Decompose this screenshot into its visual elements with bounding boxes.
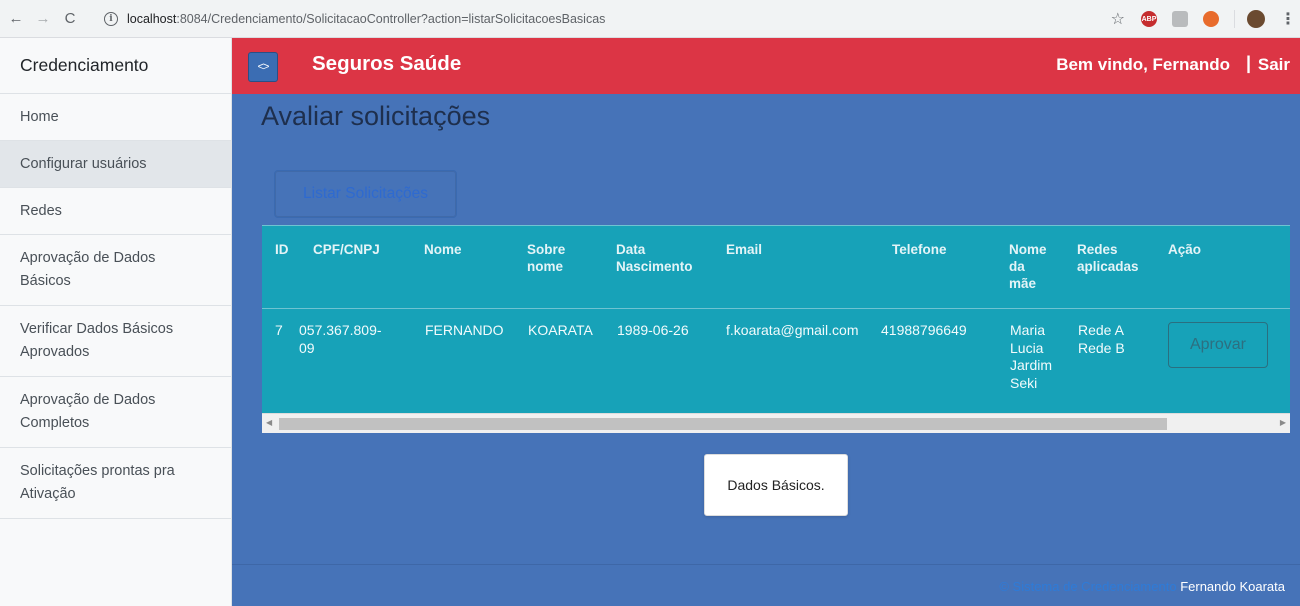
browser-toolbar: ← → C i localhost:8084/Credenciamento/So… — [0, 0, 1300, 38]
info-icon[interactable]: i — [104, 12, 118, 26]
column-header-line: Nascimento — [616, 259, 693, 274]
sidebar-item-label: Redes — [20, 202, 62, 219]
sidebar-heading: Credenciamento — [0, 38, 231, 94]
browser-menu-icon[interactable]: ⋮ — [1280, 9, 1296, 29]
cell-data-nascimento: 1989-06-26 — [617, 322, 689, 338]
column-header-line: Data — [616, 242, 646, 257]
column-header-id: ID — [275, 242, 289, 257]
scroll-left-icon[interactable]: ◀ — [266, 418, 272, 427]
requests-table: ID CPF/CNPJ Nome Sobre nome Data Nascime… — [262, 225, 1290, 433]
sidebar-toggle-button[interactable]: <> — [248, 52, 278, 82]
cell-sobrenome: KOARATA — [528, 322, 593, 338]
column-header-line: mãe — [1009, 276, 1037, 291]
column-header-acao: Ação — [1168, 242, 1202, 257]
column-header-nome: Nome — [424, 242, 462, 257]
column-header-email: Email — [726, 242, 763, 257]
column-header-nome-mae: Nome da mãe — [1009, 241, 1047, 292]
main-content: <> Seguros Saúde Bem vindo, Fernando | S… — [232, 38, 1300, 606]
extensions-area: ☆ ABP ⋮ — [1111, 0, 1300, 38]
cell-line: Maria — [1010, 322, 1046, 338]
table-header: ID CPF/CNPJ Nome Sobre nome Data Nascime… — [262, 225, 1290, 309]
scrollbar-thumb[interactable] — [279, 418, 1167, 430]
approve-button[interactable]: Aprovar — [1168, 322, 1268, 368]
navbar-separator: | — [1245, 53, 1251, 73]
column-header-line: Sobre — [527, 242, 566, 257]
forward-arrow-icon[interactable]: → — [32, 8, 54, 30]
cell-id: 7 — [275, 322, 283, 338]
sidebar-item-label: Verificar Dados Básicos Aprovados — [20, 321, 174, 360]
column-header-data-nascimento: Data Nascimento — [616, 241, 693, 275]
sidebar-item-configurar-usuarios[interactable]: Configurar usuários — [0, 141, 231, 188]
reload-icon[interactable]: C — [59, 8, 81, 30]
sidebar-item-aprovacao-completos[interactable]: Aprovação de Dados Completos — [0, 377, 231, 448]
column-header-line: nome — [527, 259, 564, 274]
bookmark-star-icon[interactable]: ☆ — [1111, 9, 1125, 29]
address-bar[interactable]: i localhost:8084/Credenciamento/Solicita… — [104, 6, 1154, 32]
sidebar-item-prontas-ativacao[interactable]: Solicitações prontas pra Ativação — [0, 448, 231, 519]
cell-line: 09 — [299, 339, 315, 356]
list-requests-button[interactable]: Listar Solicitações — [274, 170, 457, 218]
column-header-line: aplicadas — [1077, 259, 1139, 274]
sidebar-item-label: Aprovação de Dados Completos — [20, 392, 156, 431]
cell-line: 057.367.809- — [299, 322, 382, 338]
logout-link[interactable]: Sair — [1258, 55, 1290, 75]
footer-author: Fernando Koarata — [1180, 579, 1285, 594]
footer-text: © Sistema de Credenciamento Fernando Koa… — [999, 579, 1285, 594]
cell-nome: FERNANDO — [425, 322, 504, 338]
sidebar-item-redes[interactable]: Redes — [0, 188, 231, 235]
column-header-line: Redes — [1077, 242, 1118, 257]
top-navbar: <> Seguros Saúde Bem vindo, Fernando | S… — [232, 38, 1300, 94]
cell-telefone: 41988796649 — [881, 322, 967, 338]
brand-title[interactable]: Seguros Saúde — [312, 52, 461, 76]
cell-redes: Rede A Rede B — [1078, 322, 1125, 357]
url-host: localhost — [127, 12, 177, 26]
column-header-cpf: CPF/CNPJ — [313, 242, 380, 257]
cell-nome-mae: Maria Lucia Jardim Seki — [1010, 322, 1052, 392]
sidebar-item-verificar-basicos[interactable]: Verificar Dados Básicos Aprovados — [0, 306, 231, 377]
cell-line: Jardim — [1010, 357, 1053, 373]
sidebar-item-home[interactable]: Home — [0, 94, 231, 141]
cell-line: Seki — [1010, 374, 1038, 391]
extension-orange-icon[interactable] — [1203, 11, 1219, 27]
column-header-redes: Redes aplicadas — [1077, 241, 1139, 275]
footer: © Sistema de Credenciamento Fernando Koa… — [232, 564, 1300, 606]
sidebar-item-label: Home — [20, 108, 59, 125]
extension-icon[interactable] — [1172, 11, 1188, 27]
sidebar-item-label: Solicitações prontas pra Ativação — [20, 463, 175, 502]
column-header-telefone: Telefone — [892, 242, 947, 257]
sidebar-item-label: Configurar usuários — [20, 155, 147, 172]
toolbar-divider — [1234, 10, 1235, 28]
column-header-line: da — [1009, 259, 1025, 274]
sidebar-item-label: Aprovação de Dados Básicos — [20, 250, 156, 289]
url-path: :8084/Credenciamento/SolicitacaoControll… — [176, 12, 606, 26]
cell-cpf: 057.367.809- 09 — [299, 322, 382, 357]
cell-line: Rede B — [1078, 339, 1125, 356]
footer-copyright: © Sistema de Credenciamento — [999, 579, 1177, 594]
page-title: Avaliar solicitações — [261, 101, 491, 131]
scroll-right-icon[interactable]: ▶ — [1280, 418, 1286, 427]
horizontal-scrollbar[interactable]: ◀ ▶ — [262, 413, 1290, 433]
cell-email: f.koarata@gmail.com — [726, 322, 859, 338]
column-header-line: Nome — [1009, 242, 1047, 257]
welcome-message: Bem vindo, Fernando — [1056, 55, 1230, 74]
cell-line: Rede A — [1078, 322, 1124, 338]
cell-line: Lucia — [1010, 339, 1044, 356]
adblock-icon[interactable]: ABP — [1141, 11, 1157, 27]
column-header-sobrenome: Sobre nome — [527, 241, 565, 275]
back-arrow-icon[interactable]: ← — [5, 8, 27, 30]
sidebar-item-aprovacao-basicos[interactable]: Aprovação de Dados Básicos — [0, 235, 231, 306]
sidebar: Credenciamento Home Configurar usuários … — [0, 38, 232, 606]
toast-notification: Dados Básicos. — [704, 454, 848, 516]
profile-avatar-icon[interactable] — [1247, 10, 1265, 28]
